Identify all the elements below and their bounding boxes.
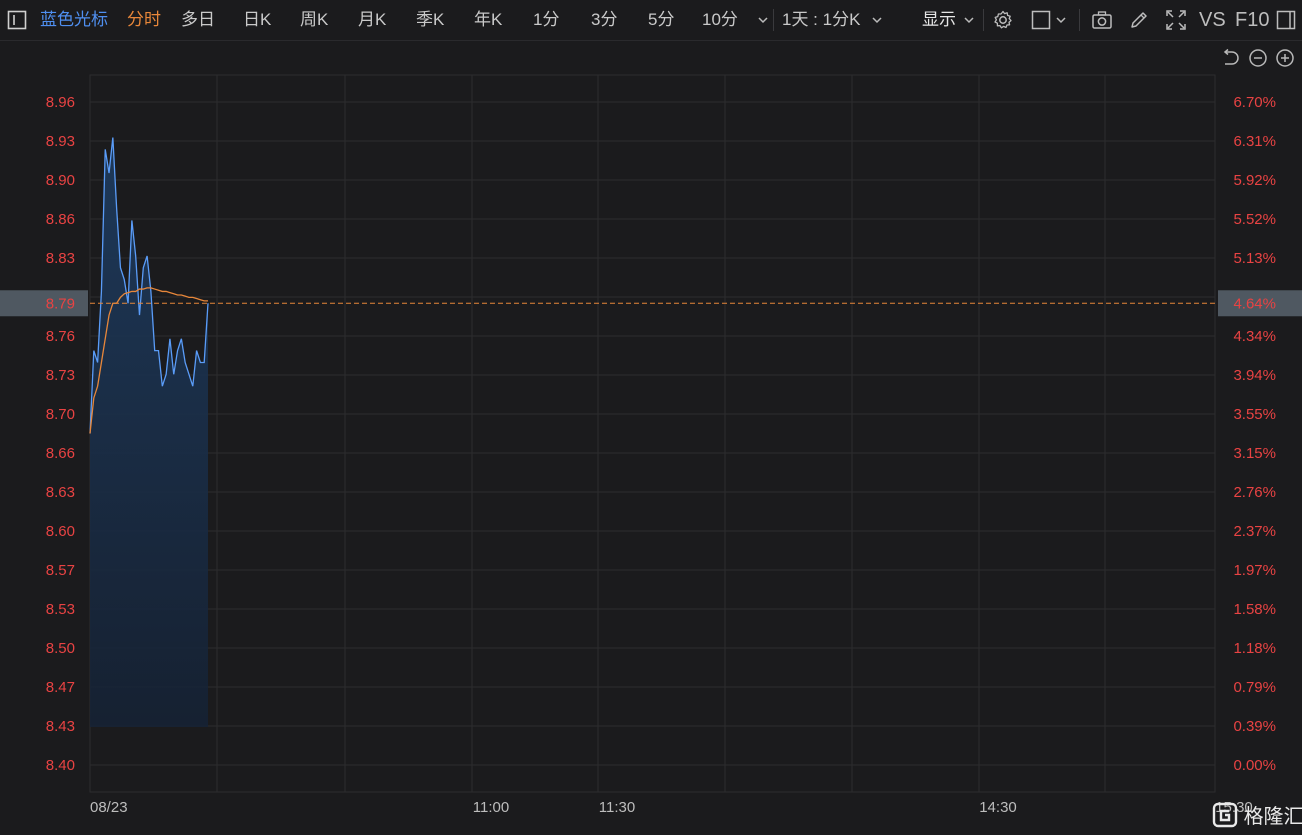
y-tick-label: 8.66: [46, 445, 75, 462]
x-tick-label: 14:30: [979, 799, 1017, 816]
y-tick-label: 8.96: [46, 94, 75, 111]
pct-tick-label: 5.13%: [1233, 250, 1276, 267]
y-tick-label: 8.90: [46, 172, 75, 189]
y-tick-label: 8.57: [46, 562, 75, 579]
price-area: [90, 137, 208, 727]
y-tick-label: 8.83: [46, 250, 75, 267]
x-tick-label: 08/23: [90, 799, 128, 816]
pct-tick-label: 0.39%: [1233, 718, 1276, 735]
pct-tick-label: 1.18%: [1233, 640, 1276, 657]
pct-tick-label: 3.94%: [1233, 367, 1276, 384]
y-tick-label: 8.93: [46, 133, 75, 150]
pct-tick-label: 6.70%: [1233, 94, 1276, 111]
plot-frame: [89, 74, 1216, 793]
y-tick-label: 8.53: [46, 601, 75, 618]
pct-tick-label: 3.15%: [1233, 445, 1276, 462]
pct-tick-label: 1.97%: [1233, 562, 1276, 579]
x-tick-label: 11:00: [473, 799, 509, 816]
current-pct-label: 4.64%: [1233, 295, 1276, 312]
pct-tick-label: 5.92%: [1233, 172, 1276, 189]
pct-tick-label: 0.79%: [1233, 679, 1276, 696]
watermark-logo: 格隆汇: [1212, 800, 1302, 830]
pct-tick-label: 0.00%: [1233, 757, 1276, 774]
pct-tick-label: 6.31%: [1233, 133, 1276, 150]
y-tick-label: 8.86: [46, 211, 75, 228]
pct-tick-label: 1.58%: [1233, 601, 1276, 618]
x-tick-label: 11:30: [599, 799, 635, 816]
y-tick-label: 8.63: [46, 484, 75, 501]
pct-tick-label: 2.76%: [1233, 484, 1276, 501]
y-tick-label: 8.50: [46, 640, 75, 657]
pct-tick-label: 4.34%: [1233, 328, 1276, 345]
pct-tick-label: 2.37%: [1233, 523, 1276, 540]
current-price-label: 8.79: [46, 295, 75, 312]
y-tick-label: 8.40: [46, 757, 75, 774]
y-tick-label: 8.70: [46, 406, 75, 423]
y-tick-label: 8.43: [46, 718, 75, 735]
logo-icon: [1212, 802, 1238, 827]
y-tick-label: 8.47: [46, 679, 75, 696]
pct-tick-label: 5.52%: [1233, 211, 1276, 228]
watermark-text: 格隆汇: [1243, 806, 1302, 828]
y-tick-label: 8.76: [46, 328, 75, 345]
pct-tick-label: 3.55%: [1233, 406, 1276, 423]
y-tick-label: 8.60: [46, 523, 75, 540]
y-tick-label: 8.73: [46, 367, 75, 384]
intraday-chart[interactable]: 8.96 6.70% 8.93 6.31% 8.90 5.92% 8.86 5.52% 8.83…: [0, 0, 1302, 835]
